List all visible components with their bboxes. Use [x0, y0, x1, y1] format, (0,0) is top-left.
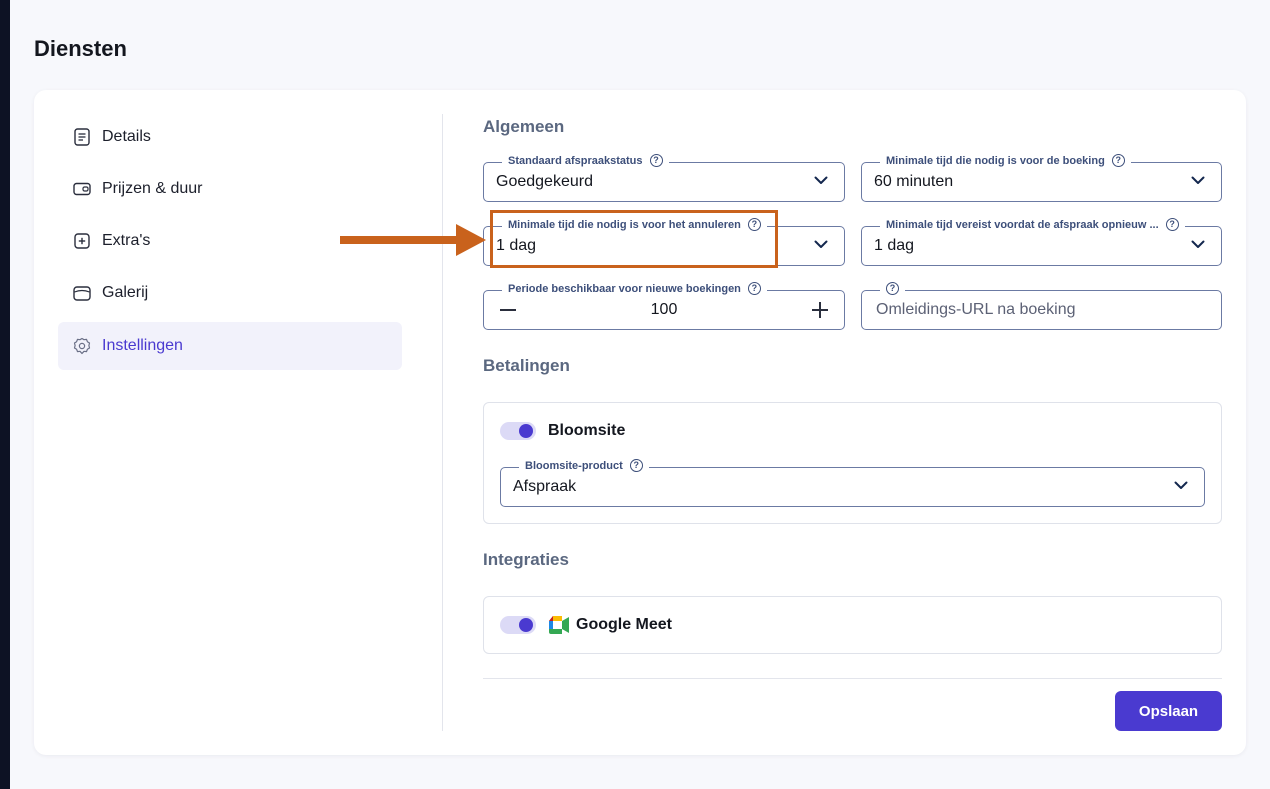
help-icon[interactable]: ?: [886, 282, 899, 295]
help-icon[interactable]: ?: [1111, 154, 1125, 167]
document-icon: [72, 127, 92, 147]
help-icon[interactable]: ?: [629, 459, 643, 472]
horizontal-divider: [483, 678, 1222, 679]
bloomsite-label: Bloomsite: [548, 422, 626, 439]
chevron-down-icon: [1174, 481, 1188, 489]
sidebar-item-label: Galerij: [102, 284, 149, 301]
redirect-url-input[interactable]: ? Omleidings-URL na boeking: [861, 282, 1222, 330]
google-meet-label: Google Meet: [576, 616, 673, 633]
field-value: 60 minuten: [874, 173, 954, 190]
integrations-box: Google Meet: [483, 596, 1222, 654]
gear-icon: [72, 336, 92, 356]
chevron-down-icon: [814, 176, 828, 184]
min-reschedule-time-select[interactable]: Minimale tijd vereist voordat de afspraa…: [861, 218, 1222, 266]
save-button[interactable]: Opslaan: [1115, 691, 1222, 731]
sidebar-item-prices[interactable]: Prijzen & duur: [58, 165, 402, 213]
field-value: Goedgekeurd: [496, 173, 593, 190]
sidebar-item-label: Details: [102, 128, 151, 145]
plus-square-icon: [72, 231, 92, 251]
sidebar-item-settings[interactable]: Instellingen: [58, 322, 402, 370]
bloomsite-toggle[interactable]: [500, 422, 536, 440]
chevron-down-icon: [1191, 240, 1205, 248]
field-label: Periode beschikbaar voor nieuwe boekinge…: [502, 282, 767, 295]
section-title-payments: Betalingen: [483, 356, 570, 375]
page-title: Diensten: [34, 36, 127, 61]
min-cancel-time-select[interactable]: Minimale tijd die nodig is voor het annu…: [483, 218, 845, 266]
payments-box: Bloomsite Bloomsite-product? Afspraak: [483, 402, 1222, 524]
section-title-general: Algemeen: [483, 117, 565, 136]
vertical-divider: [442, 114, 443, 731]
app-edge-strip: [0, 0, 10, 789]
sidebar-item-label: Instellingen: [102, 337, 183, 354]
field-label: Minimale tijd vereist voordat de afspraa…: [880, 218, 1185, 231]
field-label: Standaard afspraakstatus?: [502, 154, 669, 167]
chevron-down-icon: [1191, 176, 1205, 184]
field-label: Bloomsite-product?: [519, 459, 649, 472]
help-icon[interactable]: ?: [1165, 218, 1179, 231]
help-icon[interactable]: ?: [649, 154, 663, 167]
wallet-icon: [72, 179, 92, 199]
booking-period-stepper[interactable]: Periode beschikbaar voor nieuwe boekinge…: [483, 282, 845, 330]
bloomsite-product-select[interactable]: Bloomsite-product? Afspraak: [500, 459, 1205, 507]
appointment-status-select[interactable]: Standaard afspraakstatus? Goedgekeurd: [483, 154, 845, 202]
sidebar-item-label: Extra's: [102, 232, 151, 249]
field-label: Minimale tijd die nodig is voor het annu…: [502, 218, 767, 231]
sidebar-item-details[interactable]: Details: [58, 113, 402, 161]
section-title-integrations: Integraties: [483, 550, 569, 569]
service-settings-card: Details Prijzen & duur Extra's Galerij I…: [34, 90, 1246, 755]
stepper-value: 100: [650, 301, 678, 318]
help-icon[interactable]: ?: [747, 282, 761, 295]
google-meet-toggle[interactable]: [500, 616, 536, 634]
field-value: Afspraak: [513, 478, 577, 495]
gallery-icon: [72, 283, 92, 303]
redirect-url-placeholder: Omleidings-URL na boeking: [876, 301, 1076, 318]
help-icon[interactable]: ?: [747, 218, 761, 231]
field-label: ?: [880, 282, 905, 295]
sidebar-item-gallery[interactable]: Galerij: [58, 269, 402, 317]
field-label: Minimale tijd die nodig is voor de boeki…: [880, 154, 1131, 167]
field-value: 1 dag: [496, 237, 537, 254]
field-value: 1 dag: [874, 237, 915, 254]
google-meet-icon: [548, 615, 570, 640]
annotation-arrow-icon: [340, 224, 486, 256]
plus-icon[interactable]: [812, 302, 828, 318]
min-booking-time-select[interactable]: Minimale tijd die nodig is voor de boeki…: [861, 154, 1222, 202]
chevron-down-icon: [814, 240, 828, 248]
sidebar-item-label: Prijzen & duur: [102, 180, 203, 197]
